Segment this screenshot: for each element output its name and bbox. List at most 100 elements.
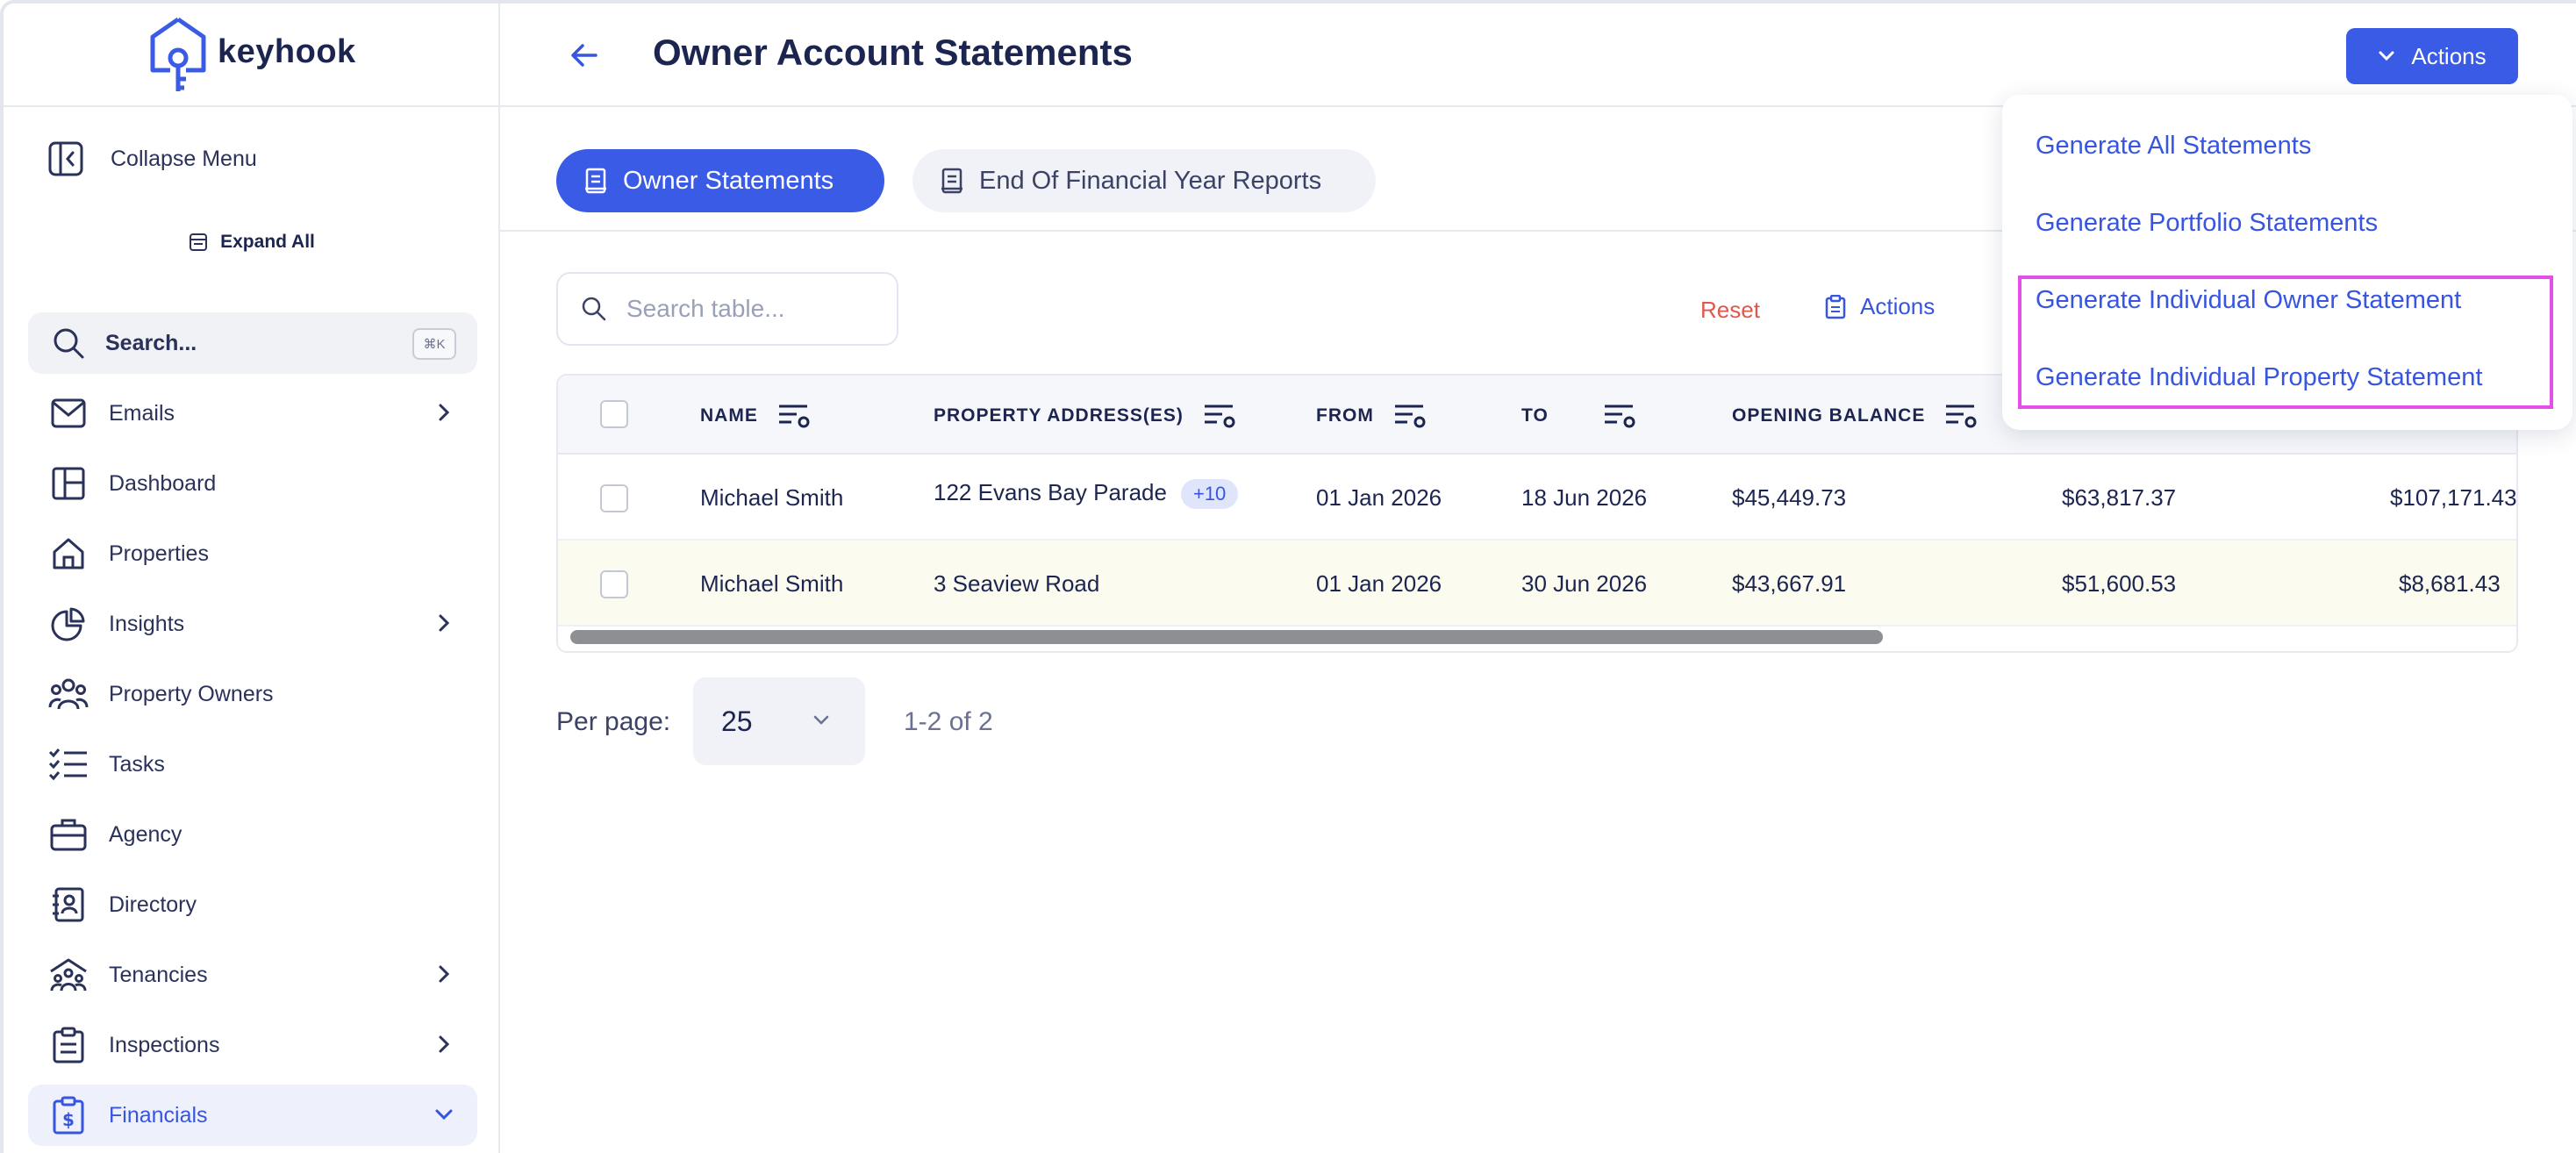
collapse-menu-button[interactable]: Collapse Menu (47, 137, 257, 181)
keyboard-shortcut-badge: ⌘K (412, 328, 456, 360)
brand-name: keyhook (218, 33, 356, 70)
per-page-label: Per page: (556, 707, 671, 736)
expand-all-icon (190, 233, 208, 251)
page-header: Owner Account Statements Actions (500, 4, 2576, 107)
sidebar-item-financials[interactable]: $ Financials (28, 1085, 477, 1146)
more-addresses-badge[interactable]: +10 (1180, 479, 1239, 509)
reset-filters-button[interactable]: Reset (1700, 297, 1760, 324)
per-page-select[interactable]: 25 (693, 677, 865, 765)
chevron-down-icon (813, 715, 829, 725)
keyhook-logo-icon (150, 17, 206, 91)
sidebar-item-tasks[interactable]: Tasks (28, 734, 477, 795)
tab-owner-statements[interactable]: Owner Statements (556, 149, 884, 212)
table-actions-label: Actions (1860, 293, 1936, 319)
cell-opening-balance: $45,449.73 (1732, 484, 1847, 511)
checklist-icon (47, 743, 89, 785)
cell-amount: $8,681.43 (2399, 570, 2501, 597)
sidebar-item-property-owners[interactable]: Property Owners (28, 663, 477, 725)
sidebar-item-label: Property Owners (109, 681, 274, 706)
cell-name: Michael Smith (700, 570, 844, 597)
chevron-down-icon (435, 1109, 453, 1121)
table-row[interactable]: Michael Smith 3 Seaview Road 01 Jan 2026… (558, 541, 2516, 627)
briefcase-icon (47, 813, 89, 856)
tenancy-icon (47, 954, 89, 996)
column-settings-icon[interactable] (777, 402, 812, 430)
table-search[interactable] (556, 272, 898, 346)
menu-item-generate-all-statements[interactable]: Generate All Statements (2036, 132, 2311, 161)
per-page-value: 25 (721, 705, 753, 737)
pagination-range: 1-2 of 2 (904, 707, 993, 736)
cell-to: 30 Jun 2026 (1521, 570, 1648, 597)
sidebar-item-label: Financials (109, 1102, 208, 1128)
sidebar-item-label: Agency (109, 821, 182, 847)
cell-address: 122 Evans Bay Parade +10 (934, 479, 1239, 509)
sidebar-item-tenancies[interactable]: Tenancies (28, 944, 477, 1006)
pie-chart-icon (47, 603, 89, 645)
sidebar-item-label: Tasks (109, 751, 165, 777)
column-settings-icon[interactable] (1393, 402, 1428, 430)
back-arrow-icon[interactable] (570, 42, 598, 68)
column-label: NAME (700, 405, 758, 426)
table-actions-button[interactable]: Actions (1825, 293, 1935, 320)
users-icon (47, 673, 89, 715)
cell-amount: $63,817.37 (2062, 484, 2177, 511)
table-row[interactable]: Michael Smith 122 Evans Bay Parade +10 01… (558, 455, 2517, 541)
sidebar-item-label: Inspections (109, 1032, 220, 1057)
sidebar-item-dashboard[interactable]: Dashboard (28, 453, 477, 514)
home-icon (47, 533, 89, 575)
select-all-checkbox[interactable] (600, 400, 628, 428)
expand-all-label: Expand All (220, 232, 315, 252)
sidebar-item-label: Tenancies (109, 962, 208, 987)
sidebar-item-directory[interactable]: Directory (28, 874, 477, 935)
chevron-right-icon (439, 404, 450, 421)
column-header-address: PROPERTY ADDRESS(ES) (934, 402, 1238, 430)
sidebar-item-label: Directory (109, 892, 197, 917)
clipboard-icon (1825, 294, 1846, 319)
column-settings-icon[interactable] (1203, 402, 1238, 430)
menu-item-generate-portfolio-statements[interactable]: Generate Portfolio Statements (2036, 209, 2378, 238)
column-settings-icon[interactable] (1603, 402, 1638, 430)
sidebar-search[interactable]: Search... ⌘K (28, 312, 477, 374)
cell-from: 01 Jan 2026 (1316, 570, 1442, 597)
header-actions-button[interactable]: Actions (2346, 28, 2518, 84)
sidebar-item-label: Insights (109, 611, 185, 636)
column-header-to: TO (1521, 402, 1638, 430)
horizontal-scrollbar[interactable] (570, 630, 1883, 644)
cell-amount: $107,171.43 (2390, 484, 2517, 511)
cell-name: Michael Smith (700, 484, 844, 511)
tab-end-of-financial-year-reports[interactable]: End Of Financial Year Reports (912, 149, 1376, 212)
cell-address: 3 Seaview Road (934, 570, 1100, 597)
sidebar-item-emails[interactable]: Emails (28, 383, 477, 444)
search-icon (582, 297, 606, 321)
collapse-menu-label: Collapse Menu (111, 146, 257, 171)
column-label: PROPERTY ADDRESS(ES) (934, 405, 1184, 426)
sidebar-item-label: Emails (109, 400, 175, 426)
chevron-right-icon (439, 1035, 450, 1053)
sidebar-item-inspections[interactable]: Inspections (28, 1014, 477, 1076)
expand-all-button[interactable]: Expand All (4, 226, 500, 258)
sidebar-item-label: Properties (109, 541, 209, 566)
logo-bar: keyhook (4, 4, 500, 107)
row-checkbox[interactable] (600, 570, 628, 598)
column-header-opening-balance: OPENING BALANCE (1732, 402, 1979, 430)
mail-icon (47, 392, 89, 434)
cell-opening-balance: $43,667.91 (1732, 570, 1847, 597)
search-icon (54, 328, 84, 359)
address-text: 122 Evans Bay Parade (934, 479, 1167, 505)
chevron-right-icon (439, 965, 450, 983)
tab-label: End Of Financial Year Reports (979, 166, 1322, 195)
sidebar: keyhook Collapse Menu Expand All Search.… (4, 4, 500, 1153)
sidebar-item-insights[interactable]: Insights (28, 593, 477, 655)
sidebar-item-properties[interactable]: Properties (28, 523, 477, 584)
contact-book-icon (47, 884, 89, 926)
table-search-input[interactable] (626, 295, 872, 323)
sidebar-item-agency[interactable]: Agency (28, 804, 477, 865)
column-label: OPENING BALANCE (1732, 405, 1926, 426)
column-header-from: FROM (1316, 402, 1428, 430)
financials-icon: $ (47, 1094, 89, 1136)
row-checkbox[interactable] (600, 484, 628, 512)
column-header-name: NAME (700, 402, 812, 430)
column-settings-icon[interactable] (1944, 402, 1979, 430)
sidebar-search-label: Search... (105, 330, 197, 355)
header-actions-label: Actions (2411, 42, 2487, 69)
